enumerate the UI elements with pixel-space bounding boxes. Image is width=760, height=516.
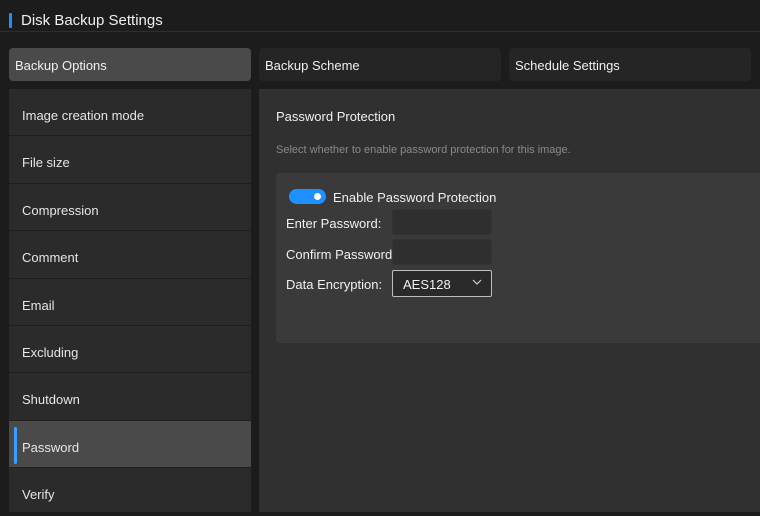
encryption-select[interactable]: AES128: [392, 270, 492, 297]
sidebar-item-shutdown[interactable]: Shutdown: [9, 373, 251, 421]
confirm-password-field[interactable]: [392, 239, 492, 265]
sidebar-item-label: File size: [22, 155, 70, 171]
sidebar-item-label: Excluding: [22, 344, 79, 360]
password-settings-card: Enable Password Protection Enter Passwor…: [276, 173, 760, 343]
sidebar-item-comment[interactable]: Comment: [9, 231, 251, 279]
title-bar: Disk Backup Settings: [0, 0, 760, 32]
selection-indicator: [14, 426, 17, 464]
section-title: Password Protection: [276, 109, 396, 124]
tab-backup-scheme[interactable]: Backup Scheme: [259, 48, 501, 81]
window-title: Disk Backup Settings: [21, 12, 163, 29]
password-protection-label: Enable Password Protection: [333, 190, 497, 205]
sidebar-item-label: Verify: [22, 487, 55, 503]
sidebar-item-label: Email: [22, 297, 55, 313]
sidebar-item-label: Comment: [22, 250, 79, 266]
sidebar-item-label: Compression: [22, 202, 99, 218]
title-accent-bar: [9, 13, 12, 28]
sidebar-item-label: Password: [22, 439, 80, 455]
confirm-password-label: Confirm Password:: [286, 247, 396, 262]
encryption-selected-value: AES128: [403, 277, 451, 292]
enter-password-label: Enter Password:: [286, 216, 382, 231]
sidebar-item-label: Image creation mode: [22, 108, 145, 123]
sidebar-item-image-creation-mode[interactable]: Image creation mode: [9, 89, 251, 137]
tab-schedule-settings[interactable]: Schedule Settings: [509, 48, 751, 81]
sidebar-item-excluding[interactable]: Excluding: [9, 326, 251, 374]
section-description: Select whether to enable password protec…: [276, 144, 571, 156]
options-sidebar: Image creation mode File size Compressio…: [9, 89, 251, 516]
password-protection-toggle[interactable]: [289, 189, 326, 204]
enter-password-field[interactable]: [392, 209, 492, 235]
sidebar-item-password[interactable]: Password: [9, 420, 251, 469]
sidebar-item-verify[interactable]: Verify: [9, 468, 251, 516]
sidebar-item-label: Shutdown: [22, 392, 80, 408]
sidebar-item-compression[interactable]: Compression: [9, 184, 251, 232]
data-encryption-label: Data Encryption:: [286, 277, 383, 292]
tab-backup-options[interactable]: Backup Options: [9, 48, 251, 81]
sidebar-item-file-size[interactable]: File size: [9, 136, 251, 184]
toggle-knob: [314, 193, 321, 200]
settings-content-panel: Password Protection Select whether to en…: [259, 89, 760, 512]
sidebar-item-email[interactable]: Email: [9, 279, 251, 326]
chevron-down-icon: [472, 279, 482, 285]
